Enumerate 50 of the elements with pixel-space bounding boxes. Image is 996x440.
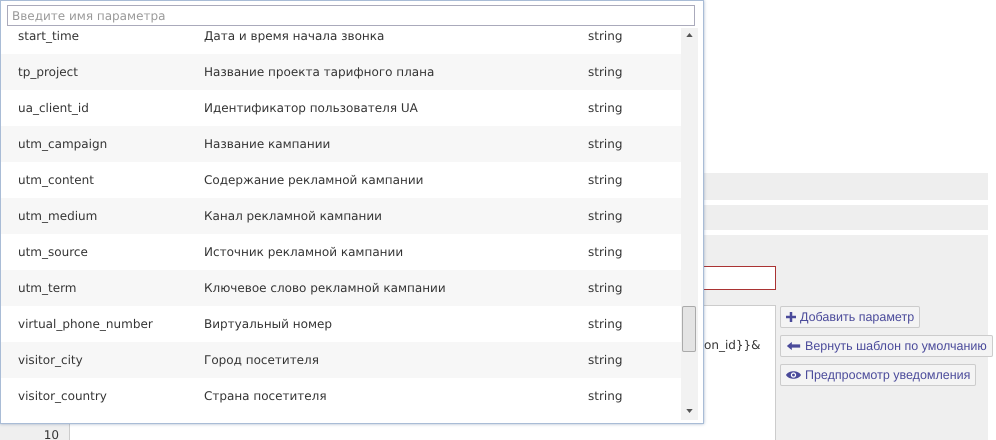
parameter-type: string (588, 353, 622, 367)
parameter-type: string (588, 317, 622, 331)
eye-icon (786, 370, 801, 380)
parameter-description: Ключевое слово рекламной кампании (204, 281, 447, 295)
parameter-description: Идентификатор пользователя UA (204, 101, 419, 115)
scroll-down-icon[interactable] (686, 409, 693, 413)
parameter-description: Название проекта тарифного плана (204, 65, 436, 79)
parameter-type: string (588, 29, 622, 43)
parameter-name: utm_source (17, 245, 89, 259)
parameter-name: utm_campaign (17, 137, 108, 151)
parameter-type: string (588, 137, 622, 151)
parameter-row[interactable]: utm_medium Канал рекламной кампании string (1, 198, 681, 234)
parameter-description: Источник рекламной кампании (204, 245, 404, 259)
parameter-name: start_time (17, 29, 80, 43)
parameter-description: Дата и время начала звонка (204, 29, 386, 43)
search-field[interactable]: Введите имя параметра (7, 5, 695, 26)
parameter-name: utm_content (17, 173, 95, 187)
parameter-name: visitor_city (17, 353, 84, 367)
parameter-description: Виртуальный номер (204, 317, 334, 331)
parameter-row[interactable]: tp_project Название проекта тарифного плана string (1, 54, 681, 90)
parameter-name: virtual_phone_number (17, 317, 154, 331)
scrollbar-thumb[interactable] (682, 306, 696, 352)
parameter-description: Название кампании (204, 137, 332, 151)
parameter-name: ua_client_id (17, 101, 90, 115)
parameter-name: utm_term (17, 281, 78, 295)
parameter-row[interactable]: utm_term Ключевое слово рекламной кампании string (1, 270, 681, 306)
parameter-type: string (588, 281, 622, 295)
parameter-type: string (588, 65, 622, 79)
parameter-description: Страна посетителя (204, 389, 328, 403)
action-button[interactable]: Добавить параметр (780, 306, 920, 328)
arrow-left-icon (786, 341, 801, 351)
action-button[interactable]: Предпросмотр уведомления (780, 364, 976, 386)
action-button[interactable]: Вернуть шаблон по умолчанию (780, 335, 993, 357)
parameter-name: tp_project (17, 65, 79, 79)
parameter-name: utm_medium (17, 209, 98, 223)
parameter-type: string (588, 245, 622, 259)
parameter-row[interactable]: visitor_city Город посетителя string (1, 342, 681, 378)
parameter-type: string (588, 389, 622, 403)
parameter-name: visitor_country (17, 389, 108, 403)
parameter-type: string (588, 209, 622, 223)
scrollbar[interactable] (681, 28, 698, 420)
scroll-up-icon[interactable] (686, 33, 693, 37)
parameter-row[interactable]: utm_campaign Название кампании string (1, 126, 681, 162)
line-number: 10 (44, 429, 59, 440)
parameter-description: Содержание рекламной кампании (204, 173, 424, 187)
plus-icon (786, 312, 796, 322)
parameter-type: string (588, 173, 622, 187)
parameter-description: Канал рекламной кампании (204, 209, 383, 223)
parameter-type: string (588, 101, 622, 115)
parameter-description: Город посетителя (204, 353, 320, 367)
